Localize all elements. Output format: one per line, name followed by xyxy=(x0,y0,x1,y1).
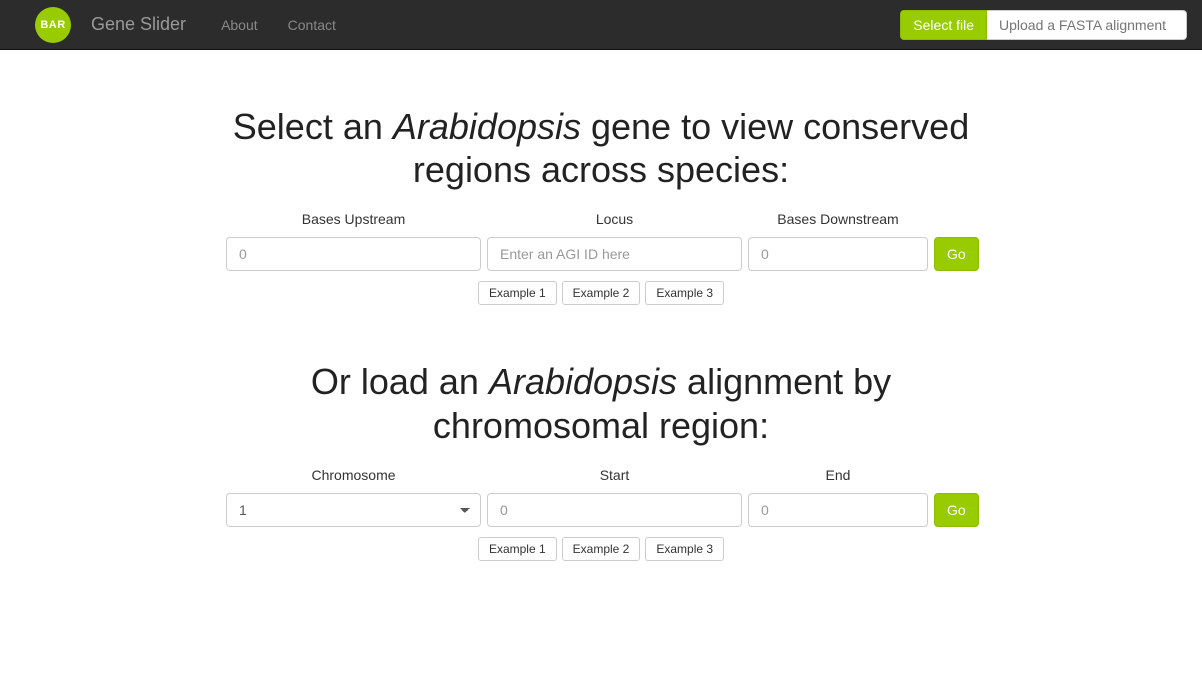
region-heading: Or load an Arabidopsis alignment by chro… xyxy=(226,360,976,446)
navbar-left: BAR Gene Slider About Contact xyxy=(15,2,351,48)
nav-contact[interactable]: Contact xyxy=(273,2,351,48)
end-col: End xyxy=(748,467,928,527)
locus-input[interactable] xyxy=(487,237,742,271)
region-heading-italic: Arabidopsis xyxy=(489,361,677,402)
region-example-1-button[interactable]: Example 1 xyxy=(478,537,557,561)
upload-fasta-input[interactable] xyxy=(987,10,1187,40)
end-label: End xyxy=(748,467,928,483)
heading-text-italic: Arabidopsis xyxy=(393,106,581,147)
downstream-col: Bases Downstream xyxy=(748,211,928,271)
region-heading-pre: Or load an xyxy=(311,361,489,402)
chromosome-col: Chromosome 1 xyxy=(226,467,481,527)
gene-form-row: Bases Upstream Locus Bases Downstream Go xyxy=(226,211,976,271)
brand-title[interactable]: Gene Slider xyxy=(91,14,186,35)
region-section: Or load an Arabidopsis alignment by chro… xyxy=(226,360,976,560)
upload-group: Select file xyxy=(900,10,1187,40)
start-col: Start xyxy=(487,467,742,527)
region-example-2-button[interactable]: Example 2 xyxy=(562,537,641,561)
region-form-row: Chromosome 1 Start End Go xyxy=(226,467,976,527)
main-container: Select an Arabidopsis gene to view conse… xyxy=(211,105,991,561)
locus-label: Locus xyxy=(487,211,742,227)
gene-example-1-button[interactable]: Example 1 xyxy=(478,281,557,305)
gene-example-3-button[interactable]: Example 3 xyxy=(645,281,724,305)
downstream-input[interactable] xyxy=(748,237,928,271)
nav-about[interactable]: About xyxy=(206,2,273,48)
region-go-button[interactable]: Go xyxy=(934,493,979,527)
gene-go-button[interactable]: Go xyxy=(934,237,979,271)
navbar-right: Select file xyxy=(900,10,1187,40)
region-examples-row: Example 1 Example 2 Example 3 xyxy=(226,537,976,561)
locus-col: Locus xyxy=(487,211,742,271)
chromosome-label: Chromosome xyxy=(226,467,481,483)
upstream-col: Bases Upstream xyxy=(226,211,481,271)
chromosome-select[interactable]: 1 xyxy=(226,493,481,527)
gene-go-col: Go xyxy=(934,237,979,271)
upstream-input[interactable] xyxy=(226,237,481,271)
downstream-label: Bases Downstream xyxy=(748,211,928,227)
region-go-col: Go xyxy=(934,493,979,527)
region-example-3-button[interactable]: Example 3 xyxy=(645,537,724,561)
gene-examples-row: Example 1 Example 2 Example 3 xyxy=(226,281,976,305)
gene-section: Select an Arabidopsis gene to view conse… xyxy=(226,105,976,305)
gene-example-2-button[interactable]: Example 2 xyxy=(562,281,641,305)
bar-logo[interactable]: BAR xyxy=(35,7,71,43)
start-input[interactable] xyxy=(487,493,742,527)
navbar: BAR Gene Slider About Contact Select fil… xyxy=(0,0,1202,50)
select-file-button[interactable]: Select file xyxy=(900,10,987,40)
gene-heading: Select an Arabidopsis gene to view conse… xyxy=(226,105,976,191)
start-label: Start xyxy=(487,467,742,483)
heading-text-pre: Select an xyxy=(233,106,393,147)
upstream-label: Bases Upstream xyxy=(226,211,481,227)
end-input[interactable] xyxy=(748,493,928,527)
